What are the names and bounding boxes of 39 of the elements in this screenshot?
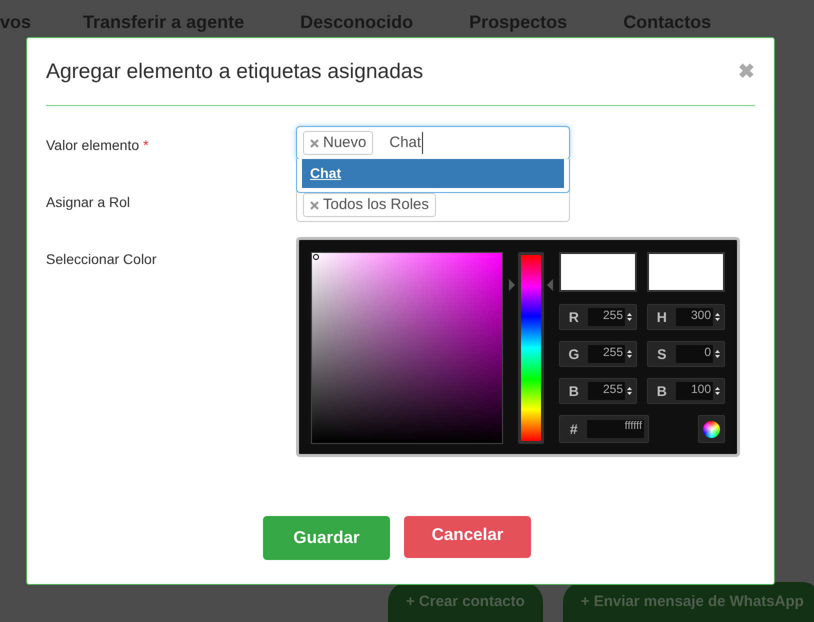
channel-input[interactable]: 300 [676,308,713,326]
dropdown-option[interactable]: Chat [302,159,564,188]
tag-chip[interactable]: Nuevo [303,131,374,155]
remove-icon[interactable] [310,138,319,148]
spinner-icon[interactable] [715,349,720,359]
tag-select-field[interactable]: Nuevo Chat [296,126,570,160]
channel-label: B [656,382,668,400]
hue-marker-icon[interactable] [509,278,553,291]
field-label: Seleccionar Color [46,250,158,269]
hue-slider[interactable] [509,252,553,444]
hex-label: # [568,420,579,438]
channel-input[interactable]: 255 [588,345,625,363]
spinner-icon[interactable] [627,312,632,322]
field-label: Valor elemento * [46,136,150,155]
field-label: Asignar a Rol [46,193,132,212]
cancel-button[interactable]: Cancelar [404,516,531,558]
spinner-icon[interactable] [715,312,720,322]
channel-input[interactable]: 100 [676,382,713,400]
spinner-icon[interactable] [715,386,720,396]
remove-icon[interactable] [310,200,319,210]
spinner-icon[interactable] [627,349,632,359]
channel-input[interactable]: 255 [588,308,625,326]
channel-label: S [656,344,668,364]
tag-chip[interactable]: Todos los Roles [303,193,436,217]
channel-input[interactable]: 255 [588,382,625,400]
channel-label: R [568,308,580,326]
spinner-icon[interactable] [627,386,632,396]
required-mark: * [143,137,149,153]
saturation-area[interactable] [311,252,503,444]
channel-label: H [656,308,668,326]
channel-input[interactable]: 0 [676,345,713,363]
hex-input[interactable]: ffffff [587,420,644,438]
search-text: Chat [389,132,424,154]
picker-handle[interactable] [313,254,319,260]
modal-title: Agregar elemento a etiquetas asignadas [46,58,424,85]
channel-label: B [568,382,580,400]
channel-label: G [567,344,580,364]
color-wheel-icon [703,420,720,438]
color-wheel-button[interactable] [698,415,725,443]
